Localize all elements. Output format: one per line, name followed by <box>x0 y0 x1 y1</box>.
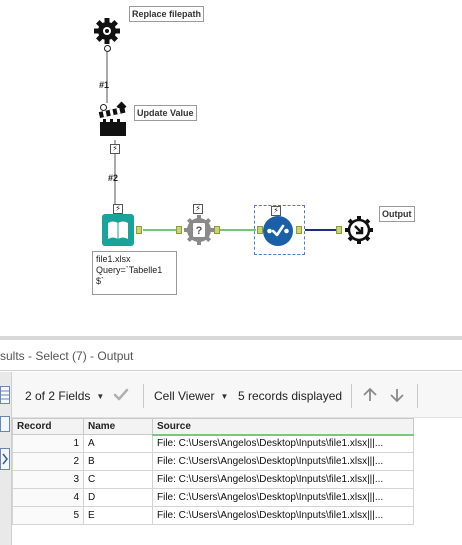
cell-viewer-label: Cell Viewer <box>154 389 215 403</box>
name-cell[interactable]: A <box>83 434 153 453</box>
results-title: sults - Select (7) - Output <box>0 349 134 363</box>
input-annotation: file1.xlsx Query=`Tabelle1 $` <box>92 251 177 295</box>
input-lightning-icon[interactable]: ⚡ <box>113 204 123 214</box>
question-gear-icon: ? <box>184 215 214 245</box>
table-row[interactable]: 5 E File: C:\Users\Angelos\Desktop\Input… <box>12 506 414 525</box>
annotation-line-3: $` <box>96 276 105 286</box>
arrow-down-glyph <box>390 389 404 403</box>
select-output-anchor[interactable] <box>296 226 302 234</box>
name-cell[interactable]: B <box>83 452 153 471</box>
metadata-view-icon[interactable] <box>0 416 10 432</box>
chevron-right-icon[interactable] <box>0 448 10 470</box>
replace-filepath-tool[interactable] <box>90 14 124 48</box>
name-cell[interactable]: C <box>83 470 153 489</box>
check-glyph <box>113 388 129 401</box>
chevron-glyph <box>2 453 8 465</box>
results-table: Record Name Source 1 A File: C:\Users\An… <box>12 418 416 525</box>
source-cell[interactable]: File: C:\Users\Angelos\Desktop\Inputs\fi… <box>152 434 414 453</box>
toolbar-separator <box>351 384 352 408</box>
records-count: 5 records displayed <box>238 389 343 403</box>
toolbar-separator <box>417 384 418 408</box>
results-side-toolbar <box>0 372 12 545</box>
record-cell[interactable]: 5 <box>12 506 84 525</box>
connection-label-1: #1 <box>99 80 110 90</box>
source-cell[interactable]: File: C:\Users\Angelos\Desktop\Inputs\fi… <box>152 506 414 525</box>
toolbar-separator <box>143 384 144 408</box>
input-data-tool[interactable] <box>102 214 134 246</box>
arrow-up-glyph <box>363 387 377 401</box>
table-header-row: Record Name Source <box>12 418 414 436</box>
output-tool[interactable] <box>342 213 376 247</box>
fields-dropdown[interactable]: 2 of 2 Fields ▼ <box>25 388 104 404</box>
replace-filepath-label: Replace filepath <box>129 6 205 22</box>
gear-tool-icon <box>91 15 123 47</box>
record-cell[interactable]: 4 <box>12 488 84 507</box>
lightning-icon[interactable]: ⚡ <box>110 144 120 154</box>
action-output-anchor[interactable] <box>104 45 111 52</box>
name-cell[interactable]: E <box>83 506 153 525</box>
column-header-record[interactable]: Record <box>12 418 84 435</box>
record-cell[interactable]: 1 <box>12 434 84 453</box>
source-cell[interactable]: File: C:\Users\Angelos\Desktop\Inputs\fi… <box>152 452 414 471</box>
test-tool[interactable]: ? <box>183 214 215 246</box>
source-cell[interactable]: File: C:\Users\Angelos\Desktop\Inputs\fi… <box>152 470 414 489</box>
update-value-tool[interactable] <box>98 106 132 142</box>
table-view-icon[interactable] <box>0 386 10 404</box>
update-value-label: Update Value <box>134 105 197 121</box>
apply-check-icon[interactable] <box>112 386 130 402</box>
arrow-up-icon[interactable] <box>361 386 379 402</box>
test-input-anchor[interactable] <box>176 226 182 234</box>
input-output-anchor[interactable] <box>136 226 142 234</box>
record-cell[interactable]: 3 <box>12 470 84 489</box>
annotation-line-1: file1.xlsx <box>96 254 131 264</box>
connection-label-2: #2 <box>108 173 119 183</box>
select-tool[interactable] <box>262 215 294 247</box>
column-header-name[interactable]: Name <box>83 418 153 435</box>
results-toolbar: 2 of 2 Fields ▼ Cell Viewer ▼ 5 records di… <box>12 372 462 418</box>
test-lightning-icon[interactable]: ⚡ <box>193 204 203 214</box>
column-header-source[interactable]: Source <box>152 418 414 436</box>
source-cell[interactable]: File: C:\Users\Angelos\Desktop\Inputs\fi… <box>152 488 414 507</box>
arrow-down-icon[interactable] <box>388 386 406 403</box>
clapperboard-icon <box>98 106 126 136</box>
svg-text:?: ? <box>196 225 203 237</box>
test-output-anchor[interactable] <box>214 226 220 234</box>
annotation-line-2: Query=`Tabelle1 <box>96 265 163 275</box>
table-row[interactable]: 4 D File: C:\Users\Angelos\Desktop\Input… <box>12 488 414 507</box>
table-row[interactable]: 1 A File: C:\Users\Angelos\Desktop\Input… <box>12 434 414 453</box>
grid-lines-icon <box>1 390 9 400</box>
output-label: Output <box>379 206 415 222</box>
cell-viewer-dropdown[interactable]: Cell Viewer ▼ <box>154 388 228 404</box>
record-cell[interactable]: 2 <box>12 452 84 471</box>
select-check-icon <box>263 216 293 246</box>
caret-down-icon: ▼ <box>96 392 105 401</box>
results-title-bar: sults - Select (7) - Output <box>0 340 462 371</box>
name-cell[interactable]: D <box>83 488 153 507</box>
table-row[interactable]: 3 C File: C:\Users\Angelos\Desktop\Input… <box>12 470 414 489</box>
caret-down-icon: ▼ <box>220 392 229 401</box>
output-gear-icon <box>343 214 375 246</box>
table-row[interactable]: 2 B File: C:\Users\Angelos\Desktop\Input… <box>12 452 414 471</box>
book-input-icon <box>102 214 134 246</box>
connection-lines <box>106 52 340 231</box>
fields-dropdown-label: 2 of 2 Fields <box>25 389 91 403</box>
workflow-canvas[interactable]: Replace filepath #1 Update Value ⚡ #2 ⚡ <box>0 0 462 336</box>
